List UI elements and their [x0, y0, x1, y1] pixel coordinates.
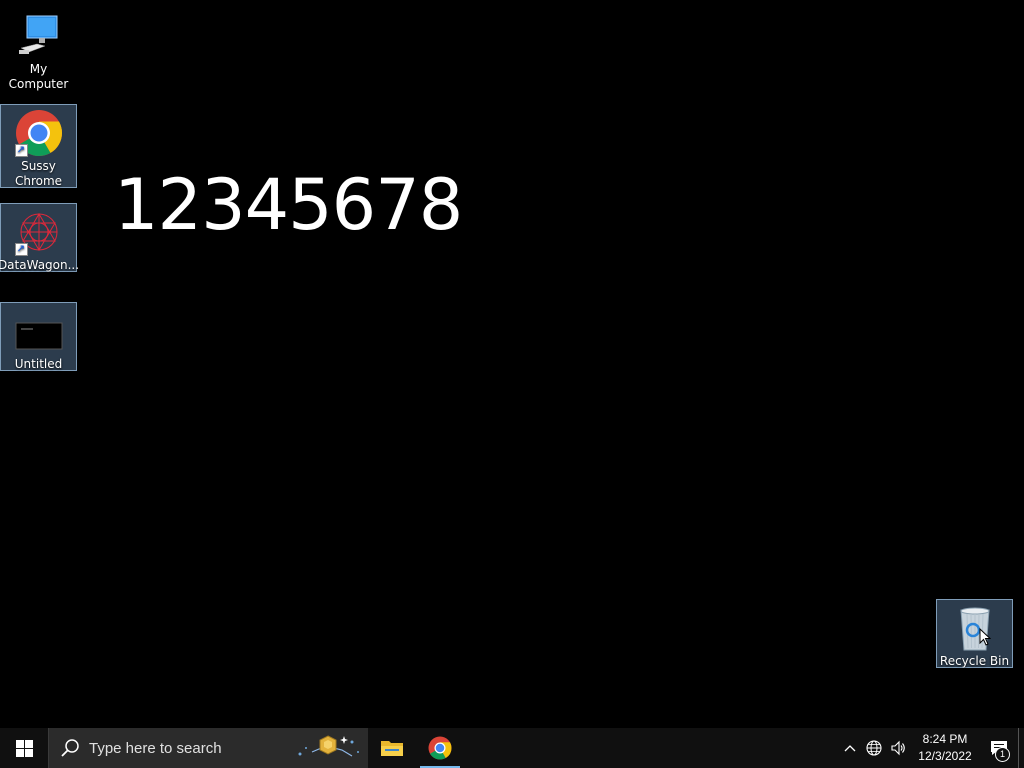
speaker-icon	[891, 740, 905, 756]
datawagon-icon: ↗	[14, 208, 63, 256]
desktop-icon-label: DataWagon...	[0, 258, 80, 272]
windows-logo-icon	[15, 739, 33, 757]
search-icon	[61, 739, 79, 757]
desktop-icon-label: My Computer	[8, 62, 69, 91]
clock-date: 12/3/2022	[918, 749, 972, 763]
desktop-icon-label: Recycle Bin	[939, 654, 1010, 668]
chevron-up-icon	[844, 745, 856, 752]
computer-icon	[15, 12, 63, 60]
folder-icon	[381, 741, 403, 756]
desktop-icon-my-computer[interactable]: My Computer	[0, 8, 77, 94]
untitled-thumbnail-icon	[15, 307, 63, 355]
desktop-icon-label: Untitled	[14, 357, 63, 371]
clock-time: 8:24 PM	[922, 732, 968, 746]
show-hidden-icons-button[interactable]	[838, 728, 862, 768]
taskbar-search-box[interactable]	[48, 728, 368, 768]
search-highlight-illustration-icon	[298, 735, 359, 757]
desktop-icon-label: Sussy Chrome	[14, 159, 63, 188]
notification-count-badge: 1	[995, 747, 1010, 762]
search-input[interactable]	[87, 738, 291, 758]
chrome-icon: ↗	[14, 109, 63, 157]
action-center-button[interactable]: 1	[980, 728, 1018, 768]
taskbar: 8:24 PM 12/3/2022 1	[0, 728, 1024, 768]
desktop-icon-recycle-bin[interactable]: Recycle Bin	[936, 599, 1013, 668]
globe-icon	[866, 740, 882, 756]
show-desktop-button[interactable]	[1018, 728, 1024, 768]
chrome-icon	[428, 736, 452, 760]
shortcut-arrow-icon: ↗	[14, 243, 28, 256]
network-button[interactable]	[862, 728, 886, 768]
system-tray: 8:24 PM 12/3/2022 1	[838, 728, 1024, 768]
shortcut-arrow-icon: ↗	[14, 144, 28, 157]
taskbar-file-explorer[interactable]	[368, 728, 416, 768]
mouse-cursor-icon	[979, 628, 991, 646]
wallpaper-number: 12345678	[114, 164, 463, 246]
taskbar-chrome[interactable]	[416, 728, 464, 768]
taskbar-clock[interactable]: 8:24 PM 12/3/2022	[910, 731, 980, 765]
recycle-bin-icon	[951, 604, 999, 652]
desktop[interactable]: My Computer ↗ Sussy Chrome ↗ DataWagon..…	[0, 0, 1024, 728]
desktop-icon-sussy-chrome[interactable]: ↗ Sussy Chrome	[0, 104, 77, 188]
volume-button[interactable]	[886, 728, 910, 768]
desktop-icon-datawagon[interactable]: ↗ DataWagon...	[0, 203, 79, 272]
start-button[interactable]	[0, 728, 48, 768]
desktop-icon-untitled[interactable]: Untitled	[0, 302, 77, 371]
